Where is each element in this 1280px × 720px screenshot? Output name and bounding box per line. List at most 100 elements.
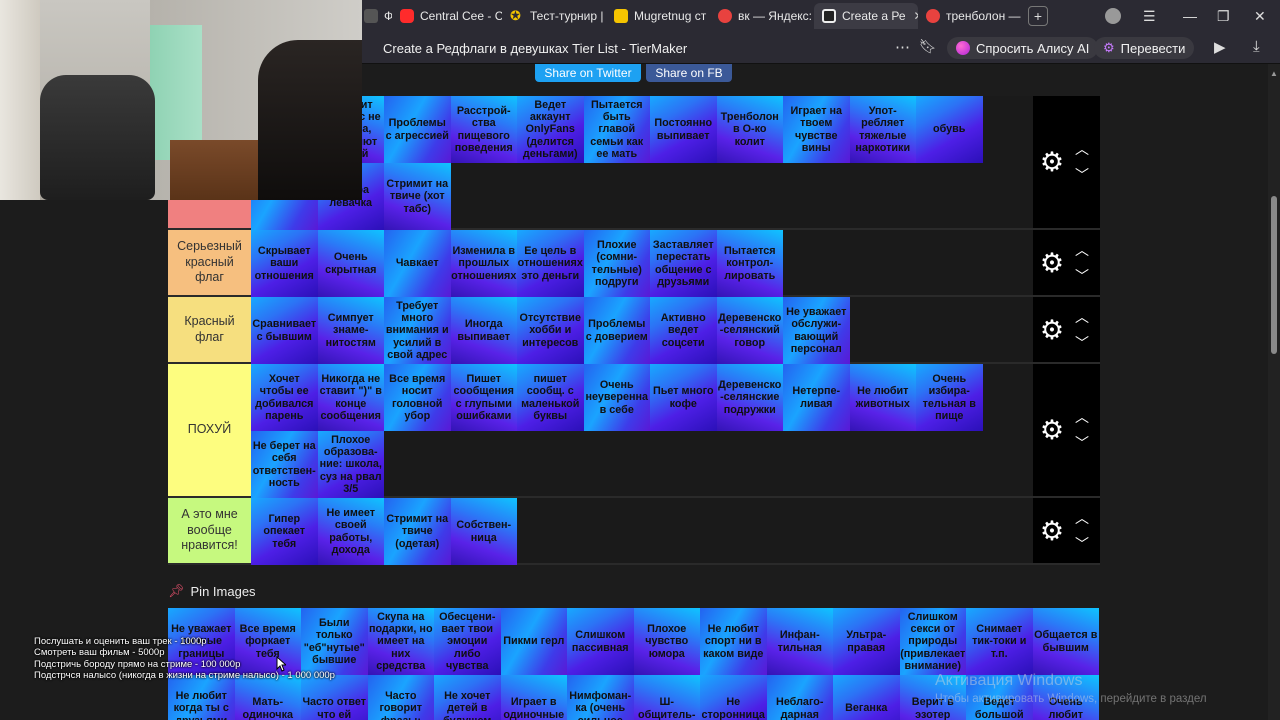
- tier-item-tile[interactable]: Симпует знаме-нитостям: [317, 297, 384, 364]
- menu-icon[interactable]: ☰: [1143, 0, 1156, 32]
- tier-item-tile[interactable]: Очень скрытная: [317, 230, 384, 297]
- tier-item-tile[interactable]: Очень избира-тельная в пище: [916, 364, 983, 431]
- browser-tab-3[interactable]: ✪ Тест-турнир |: [502, 3, 606, 29]
- pool-item-tile[interactable]: Обесцени-вает твои эмоции либо чувства: [434, 608, 501, 675]
- tier-item-tile[interactable]: Активно ведет соцсети: [650, 297, 717, 364]
- tier-item-tile[interactable]: Деревенско -селянский говор: [716, 297, 783, 364]
- download-icon[interactable]: ⤓: [1253, 38, 1260, 55]
- pool-item-tile[interactable]: Пикми герл: [500, 608, 567, 675]
- restore-icon[interactable]: ❐: [1217, 0, 1230, 32]
- tier-item-tile[interactable]: Пишет сообщения с глупыми ошибками: [450, 364, 517, 431]
- tier-item-tile[interactable]: Не берет на себя ответствен-ность: [251, 431, 318, 498]
- tier-item-tile[interactable]: Очень неуверенна в себе: [583, 364, 650, 431]
- profile-avatar[interactable]: [1105, 0, 1121, 32]
- pool-item-tile[interactable]: Общается в бывшим: [1032, 608, 1099, 675]
- pool-item-tile[interactable]: Играет в одиночные: [500, 675, 567, 720]
- chevron-up-icon[interactable]: ︿: [1073, 410, 1091, 424]
- tier-item-tile[interactable]: Скрывает ваши отношения: [251, 230, 318, 297]
- page-scrollbar[interactable]: ▲: [1268, 64, 1280, 720]
- tier-item-tile[interactable]: Постоянно выпивает: [650, 96, 717, 163]
- tier-item-tile[interactable]: Проблемы с агрессией: [384, 96, 451, 163]
- bookmark-icon[interactable]: 🔖︎: [919, 38, 937, 55]
- tier-item-tile[interactable]: Играет на твоем чувстве вины: [783, 96, 850, 163]
- tier-label[interactable]: Красный флаг: [168, 297, 251, 362]
- pool-item-tile[interactable]: Часто ответ чтo ей: [301, 675, 368, 720]
- pool-item-tile[interactable]: Мать-одиночка: [234, 675, 301, 720]
- tier-item-tile[interactable]: Никогда не ставит ")" в конце сообщения: [317, 364, 384, 431]
- chevron-up-icon[interactable]: ︿: [1073, 310, 1091, 324]
- chevron-down-icon[interactable]: ﹀: [1073, 537, 1091, 551]
- browser-tab-4[interactable]: Mugretnug ст: [606, 3, 710, 29]
- tier-label[interactable]: ПОХУЙ: [168, 364, 251, 496]
- translate-button[interactable]: ⚙︎ Перевести: [1094, 37, 1195, 59]
- gear-icon[interactable]: ⚙: [1038, 316, 1066, 344]
- chevron-down-icon[interactable]: ﹀: [1073, 436, 1091, 450]
- tier-item-tile[interactable]: Хочет чтобы ее добивался парень: [251, 364, 318, 431]
- tier-item-tile[interactable]: Пытается контрол-лировать: [716, 230, 783, 297]
- browser-tab-7[interactable]: тренболон —: [918, 3, 1022, 29]
- tier-item-tile[interactable]: Сравнивает с бывшим: [251, 297, 318, 364]
- pool-item-tile[interactable]: Ш-общитель-: [633, 675, 700, 720]
- gear-icon[interactable]: ⚙: [1038, 148, 1066, 176]
- page-title[interactable]: Create a Редфлаги в девушках Tier List -…: [383, 41, 687, 56]
- pool-item-tile[interactable]: Инфан-тильная: [766, 608, 833, 675]
- pool-item-tile[interactable]: Не любит спорт ни в каком виде: [700, 608, 767, 675]
- chevron-up-icon[interactable]: ︿: [1073, 243, 1091, 257]
- tier-item-tile[interactable]: Не имеет своей работы, дохода: [317, 498, 384, 565]
- pool-item-tile[interactable]: Неблаго-дарная: [766, 675, 833, 720]
- tier-item-tile[interactable]: Не любит животных: [849, 364, 916, 431]
- tier-item-tile[interactable]: Нетерпе-ливая: [783, 364, 850, 431]
- more-options-icon[interactable]: ⋯: [895, 38, 910, 56]
- chevron-up-icon[interactable]: ︿: [1073, 142, 1091, 156]
- tier-item-tile[interactable]: Стримит на твиче (одетая): [384, 498, 451, 565]
- tier-item-tile[interactable]: Отсутствие хобби и интересов: [517, 297, 584, 364]
- chevron-down-icon[interactable]: ﹀: [1073, 168, 1091, 182]
- ask-alice-button[interactable]: Спросить Алису AI: [947, 37, 1099, 59]
- tier-item-tile[interactable]: Тренболон в О-ко колит: [716, 96, 783, 163]
- browser-tab-active[interactable]: Create a Ре ✕: [814, 3, 918, 29]
- tier-item-tile[interactable]: Плохое образова-ние: школа, суз на рвал …: [317, 431, 384, 498]
- tier-item-tile[interactable]: Требует много внимания и усилий в свой а…: [384, 297, 451, 364]
- tier-item-tile[interactable]: пишет сообщ. с маленькой буквы: [517, 364, 584, 431]
- pool-item-tile[interactable]: Слишком пассивная: [567, 608, 634, 675]
- gear-icon[interactable]: ⚙: [1038, 416, 1066, 444]
- tier-item-tile[interactable]: Проблемы с доверием: [583, 297, 650, 364]
- tier-item-tile[interactable]: Стримит на твиче (хот табс): [384, 163, 451, 230]
- pool-item-tile[interactable]: Не хочет детей в будущем: [434, 675, 501, 720]
- pool-item-tile[interactable]: Ультра-правая: [833, 608, 900, 675]
- pool-item-tile[interactable]: Веганка: [833, 675, 900, 720]
- tier-item-tile[interactable]: Ее цель в отношениях это деньги: [517, 230, 584, 297]
- pool-item-tile[interactable]: Снимает тик-токи и т.п.: [966, 608, 1033, 675]
- tier-item-tile[interactable]: Собствен-ница: [450, 498, 517, 565]
- share-twitter-button[interactable]: Share on Twitter: [535, 64, 641, 82]
- tier-item-tile[interactable]: обувь: [916, 96, 983, 163]
- browser-tab-5[interactable]: вк — Яндекс:: [710, 3, 814, 29]
- tier-item-tile[interactable]: Все время носит головной убор: [384, 364, 451, 431]
- chevron-up-icon[interactable]: ︿: [1073, 511, 1091, 525]
- tier-item-tile[interactable]: Ведет аккаунт OnlyFans (делится деньгами…: [517, 96, 584, 163]
- scroll-up-icon[interactable]: ▲: [1270, 70, 1278, 78]
- pool-item-tile[interactable]: Часто говорит фразы:: [367, 675, 434, 720]
- tier-item-tile[interactable]: Деревенско -селянские подружки: [716, 364, 783, 431]
- pool-item-tile[interactable]: Нимфоман-ка (очень сильное: [567, 675, 634, 720]
- pool-item-tile[interactable]: Плохое чувство юмора: [633, 608, 700, 675]
- tier-item-tile[interactable]: Изменила в прошлых отношениях: [450, 230, 517, 297]
- tier-item-tile[interactable]: Заставляет перестать общение с друзьями: [650, 230, 717, 297]
- tier-item-tile[interactable]: Чавкает: [384, 230, 451, 297]
- tier-item-tile[interactable]: Пытается быть главой семьи как ее мать: [583, 96, 650, 163]
- pool-item-tile[interactable]: Слишком секси от природы (привлекает вни…: [899, 608, 966, 675]
- share-fb-button[interactable]: Share on FB: [646, 64, 732, 82]
- pool-item-tile[interactable]: Не сторонница: [700, 675, 767, 720]
- tier-item-tile[interactable]: Не уважает обслужи-вающий персонал: [783, 297, 850, 364]
- browser-tab-2[interactable]: Central Cee - С: [392, 3, 502, 29]
- tier-item-tile[interactable]: Расстрой-ства пищевого поведения: [450, 96, 517, 163]
- minimize-icon[interactable]: —: [1183, 0, 1197, 32]
- chevron-down-icon[interactable]: ﹀: [1073, 269, 1091, 283]
- tier-item-tile[interactable]: Упот-ребляет тяжелые наркотики: [849, 96, 916, 163]
- new-tab-button[interactable]: +: [1028, 6, 1048, 26]
- tier-item-tile[interactable]: Пьет много кофе: [650, 364, 717, 431]
- tier-item-tile[interactable]: Гипер опекает тебя: [251, 498, 318, 565]
- gear-icon[interactable]: ⚙: [1038, 517, 1066, 545]
- tier-item-tile[interactable]: Плохие (сомни-тельные) подруги: [583, 230, 650, 297]
- pool-item-tile[interactable]: Скупа на подарки, но имеет на них средст…: [367, 608, 434, 675]
